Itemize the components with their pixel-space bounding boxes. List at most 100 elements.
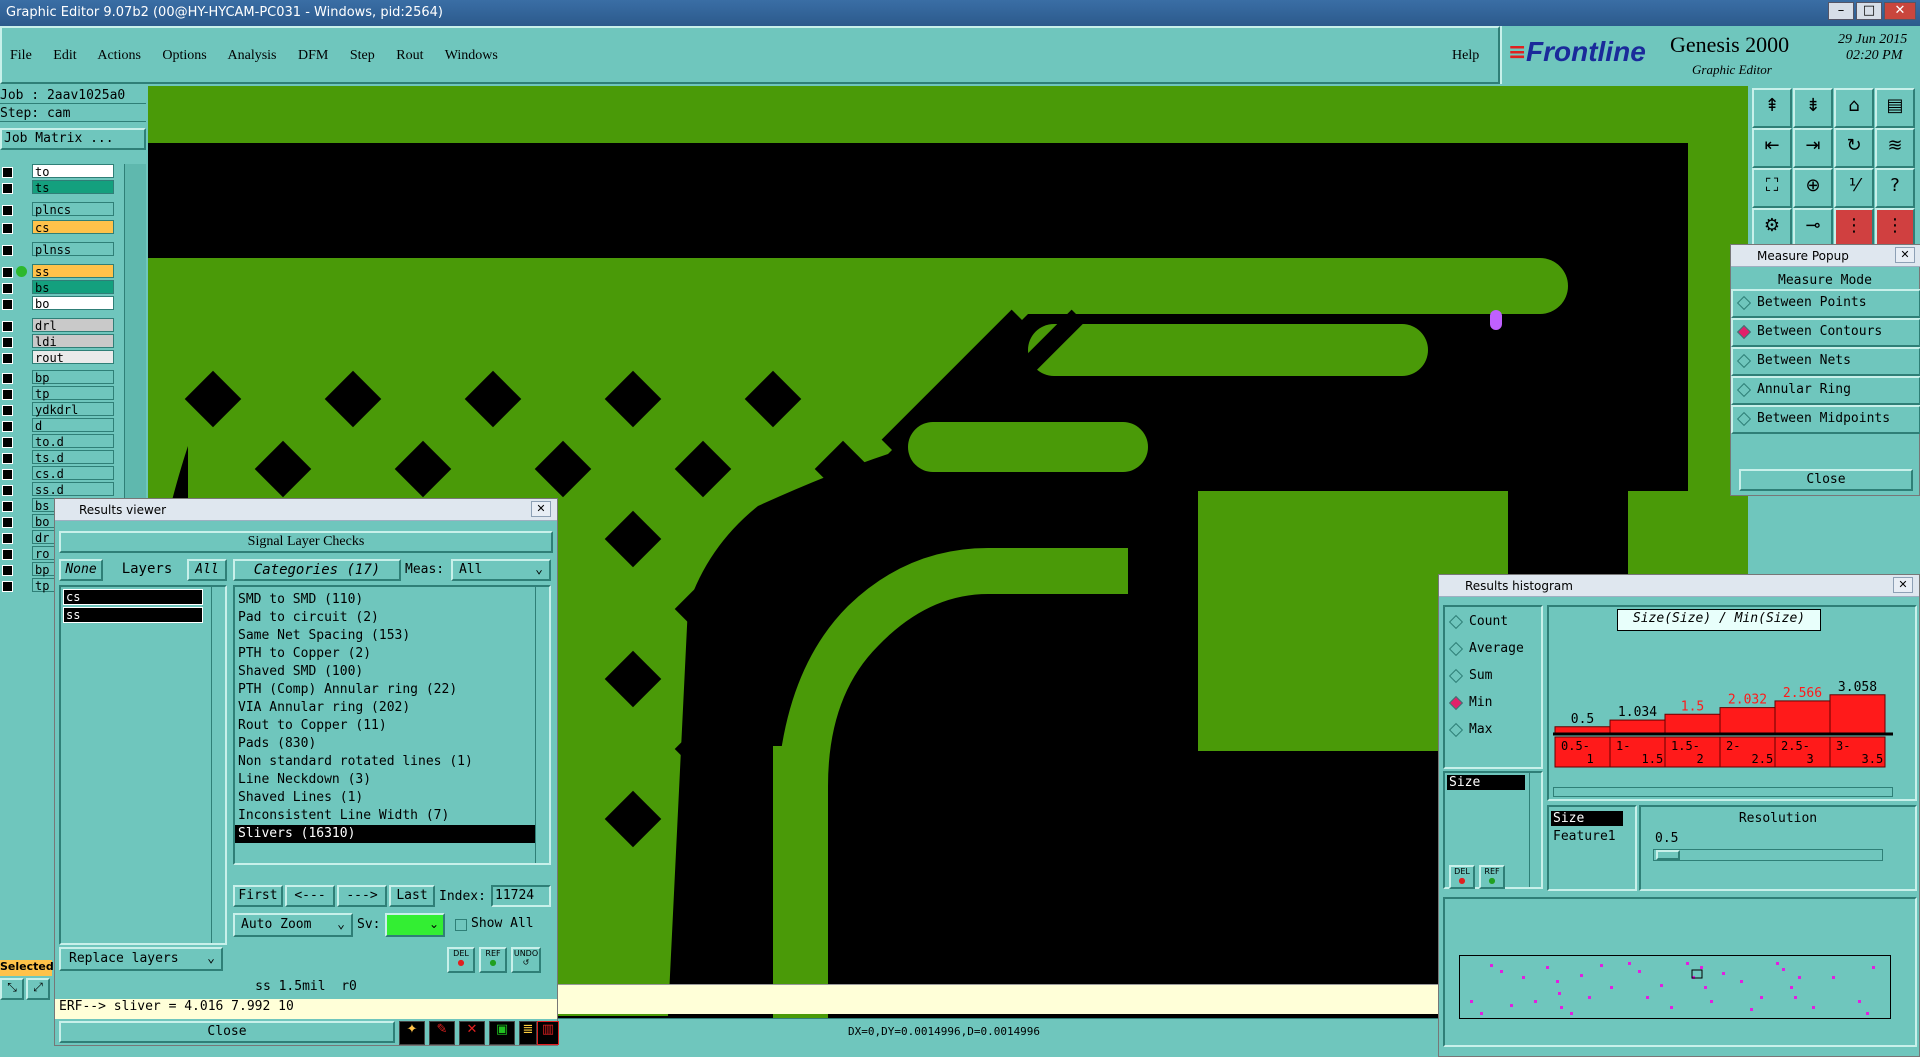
layer-row[interactable]: plnss — [0, 242, 118, 257]
histogram-field-select[interactable]: Size Feature1 — [1547, 805, 1637, 891]
report-tool-icon[interactable]: ≣ — [519, 1021, 537, 1045]
layer-row[interactable]: bo — [0, 296, 118, 311]
layer-row[interactable]: ss — [0, 264, 118, 279]
layer-checkbox[interactable] — [2, 453, 13, 464]
layer-tool-icon[interactable]: ▣ — [489, 1021, 515, 1045]
menu-step[interactable]: Step — [350, 48, 375, 63]
all-button[interactable]: All — [187, 559, 227, 581]
histogram-field-scrollbar[interactable] — [1529, 773, 1541, 887]
pan-right-icon[interactable]: ⇥ — [1793, 128, 1833, 168]
layer-row[interactable]: to.d — [0, 434, 118, 449]
home-icon[interactable]: ⌂ — [1834, 88, 1874, 128]
categories-list-scrollbar[interactable] — [535, 587, 549, 863]
results-viewer-close-icon[interactable]: ✕ — [531, 501, 551, 517]
layer-checkbox[interactable] — [2, 205, 13, 216]
layer-checkbox[interactable] — [2, 299, 13, 310]
category-item[interactable]: Inconsistent Line Width (7) — [235, 807, 535, 825]
histogram-bar[interactable] — [1664, 713, 1721, 734]
pan-left-icon[interactable]: ⇤ — [1752, 128, 1792, 168]
histogram-bar[interactable] — [1774, 700, 1831, 734]
results-layer-item[interactable]: cs — [63, 589, 203, 605]
layer-checkbox[interactable] — [2, 485, 13, 496]
layer-row[interactable]: cs — [0, 220, 118, 235]
category-item[interactable]: Shaved Lines (1) — [235, 789, 535, 807]
layer-row[interactable]: ts — [0, 180, 118, 195]
category-item[interactable]: Non standard rotated lines (1) — [235, 753, 535, 771]
layer-checkbox[interactable] — [2, 565, 13, 576]
category-item[interactable]: PTH to Copper (2) — [235, 645, 535, 663]
next-button[interactable]: ---> — [337, 885, 387, 907]
histogram-option[interactable]: Min — [1448, 692, 1524, 719]
highlight-tool-icon[interactable]: ✦ — [399, 1021, 425, 1045]
measure-popup-close-button[interactable]: Close — [1739, 469, 1913, 491]
layer-checkbox[interactable] — [2, 223, 13, 234]
layer-checkbox[interactable] — [2, 267, 13, 278]
histogram-del-button[interactable]: DEL ● — [1449, 865, 1475, 889]
del-button[interactable]: DEL ● — [447, 947, 475, 973]
prev-button[interactable]: <--- — [285, 885, 335, 907]
layer-checkbox[interactable] — [2, 501, 13, 512]
layer-checkbox[interactable] — [2, 533, 13, 544]
minimize-icon[interactable]: – — [1828, 2, 1854, 20]
one-to-one-icon[interactable]: ⅟ — [1834, 168, 1874, 208]
results-layer-item[interactable]: ss — [63, 607, 203, 623]
layer-row[interactable]: bs — [0, 280, 118, 295]
none-button[interactable]: None — [59, 559, 103, 581]
layer-row[interactable]: ldi — [0, 334, 118, 349]
histogram-bar[interactable] — [1719, 707, 1776, 734]
snap-icon[interactable]: ≋ — [1875, 128, 1915, 168]
histogram-option[interactable]: Average — [1448, 638, 1524, 665]
category-item[interactable]: Shaved SMD (100) — [235, 663, 535, 681]
category-item[interactable]: Rout to Copper (11) — [235, 717, 535, 735]
measure-option[interactable]: Annular Ring — [1731, 376, 1920, 405]
layer-checkbox[interactable] — [2, 373, 13, 384]
results-viewer-close-button[interactable]: Close — [59, 1021, 395, 1043]
menu-file[interactable]: File — [10, 48, 32, 63]
page-up-icon[interactable]: ⇞ — [1752, 88, 1792, 128]
measure-option[interactable]: Between Nets — [1731, 347, 1920, 376]
histogram-field-feature1[interactable]: Feature1 — [1551, 829, 1616, 844]
menu-edit[interactable]: Edit — [53, 48, 76, 63]
layer-row[interactable]: ss.d — [0, 482, 118, 497]
histogram-field-size[interactable]: Size — [1551, 811, 1623, 826]
category-item[interactable]: Pad to circuit (2) — [235, 609, 535, 627]
layer-checkbox[interactable] — [2, 183, 13, 194]
layer-row[interactable]: bp — [0, 370, 118, 385]
first-button[interactable]: First — [233, 885, 283, 907]
undo-button[interactable]: UNDO ↺ — [511, 947, 541, 973]
layer-row[interactable]: d — [0, 418, 118, 433]
measure-option[interactable]: Between Points — [1731, 289, 1920, 318]
zoom-tool-icon[interactable]: ⤢ — [26, 978, 50, 1000]
histogram-bar[interactable] — [1554, 726, 1611, 734]
layer-checkbox[interactable] — [2, 283, 13, 294]
histogram-hscrollbar[interactable] — [1553, 787, 1893, 797]
replace-layers-dropdown[interactable]: Replace layers ⌄ — [59, 947, 223, 971]
measure-icon[interactable]: ⊸ — [1793, 208, 1833, 248]
layer-checkbox[interactable] — [2, 405, 13, 416]
resolution-slider-thumb[interactable] — [1656, 850, 1680, 860]
category-item[interactable]: Line Neckdown (3) — [235, 771, 535, 789]
status-icon[interactable]: ⋮ — [1875, 208, 1915, 248]
menu-rout[interactable]: Rout — [396, 48, 423, 63]
maximize-icon[interactable]: □ — [1856, 2, 1882, 20]
layer-checkbox[interactable] — [2, 245, 13, 256]
menu-windows[interactable]: Windows — [445, 48, 498, 63]
measure-option[interactable]: Between Midpoints — [1731, 405, 1920, 434]
show-all-checkbox[interactable] — [455, 919, 467, 931]
menu-analysis[interactable]: Analysis — [228, 48, 277, 63]
histogram-field-item[interactable]: Size — [1447, 775, 1525, 790]
histogram-option[interactable]: Count — [1448, 611, 1524, 638]
sv-color-dropdown[interactable]: ⌄ — [385, 913, 445, 937]
layer-row[interactable]: to — [0, 164, 118, 179]
category-item[interactable]: Same Net Spacing (153) — [235, 627, 535, 645]
resolution-slider[interactable] — [1653, 849, 1883, 861]
layer-row[interactable]: drl — [0, 318, 118, 333]
menu-options[interactable]: Options — [162, 48, 206, 63]
category-item[interactable]: SMD to SMD (110) — [235, 591, 535, 609]
job-matrix-button[interactable]: Job Matrix ... — [0, 128, 146, 150]
last-button[interactable]: Last — [389, 885, 435, 907]
select-tool-icon[interactable]: ⤡ — [0, 978, 24, 1000]
layer-checkbox[interactable] — [2, 421, 13, 432]
histogram-option[interactable]: Max — [1448, 719, 1524, 746]
results-layer-list-scrollbar[interactable] — [211, 587, 225, 943]
